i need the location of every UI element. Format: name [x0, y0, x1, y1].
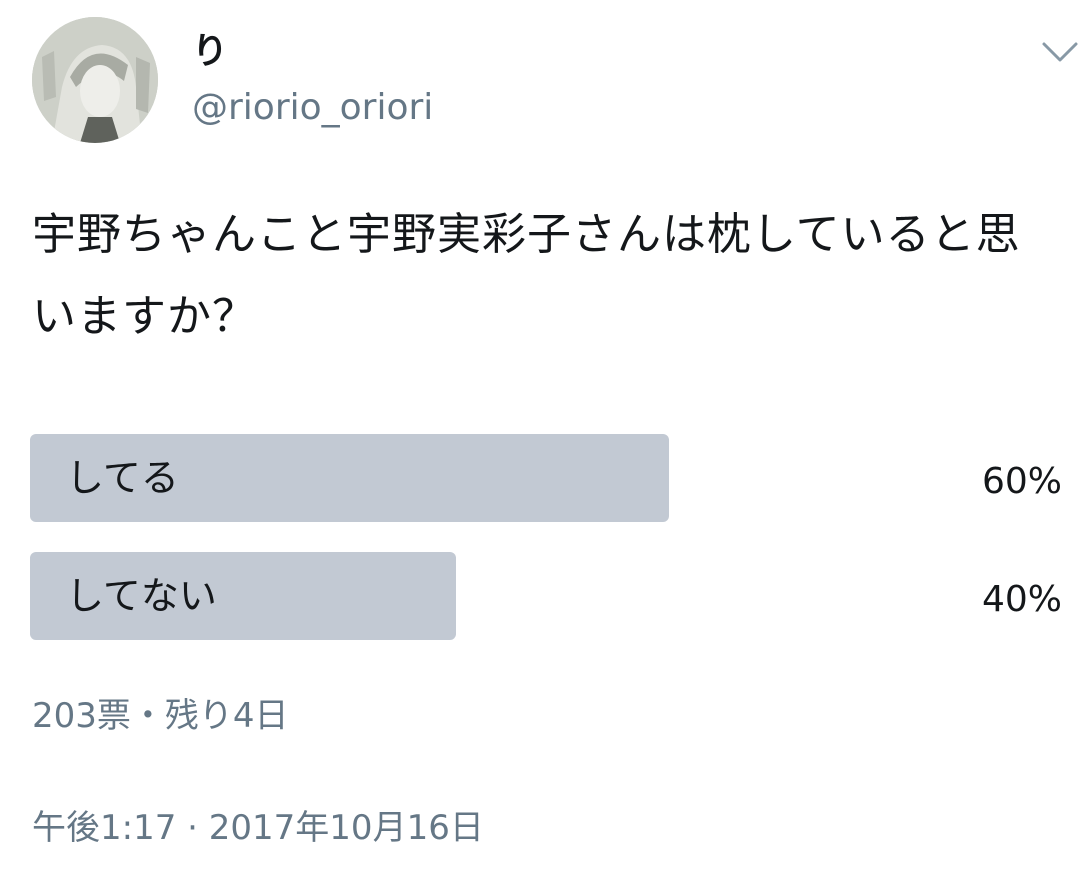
tweet-timestamp[interactable]: 午後1:17 · 2017年10月16日 [32, 802, 484, 854]
user-handle[interactable]: @riorio_oriori [192, 86, 433, 130]
poll-meta: 203票・残り4日 [32, 696, 289, 736]
avatar[interactable] [32, 17, 158, 143]
poll-option: してない 40% [30, 552, 1062, 640]
display-name[interactable]: り [192, 30, 228, 74]
chevron-down-icon[interactable] [1040, 38, 1080, 68]
poll-option-label: してない [66, 574, 217, 618]
poll-option-percent: 60% [981, 461, 1062, 502]
tweet-text: 宇野ちゃんこと宇野実彩子さんは枕していると思いますか？ [32, 209, 1021, 342]
poll-option-percent: 40% [981, 579, 1062, 620]
poll-option: してる 60% [30, 434, 1062, 522]
poll-option-label: してる [66, 456, 179, 500]
avatar-illustration [32, 17, 158, 143]
